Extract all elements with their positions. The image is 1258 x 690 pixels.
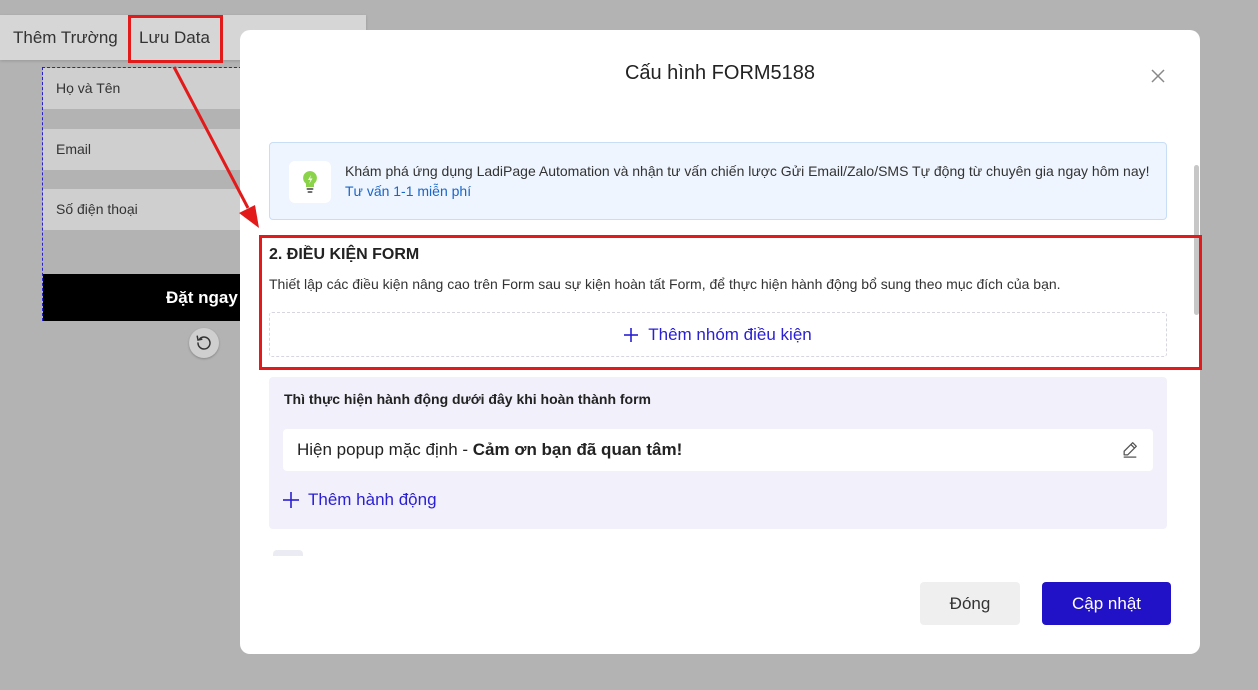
- rotate-icon[interactable]: [189, 328, 219, 358]
- add-action-button[interactable]: Thêm hành động: [283, 490, 437, 510]
- close-icon[interactable]: [1148, 66, 1168, 86]
- partially-hidden-toggle[interactable]: [273, 550, 303, 556]
- add-action-label: Thêm hành động: [308, 490, 437, 509]
- automation-info-banner: Khám phá ứng dụng LadiPage Automation và…: [269, 142, 1167, 220]
- add-field-button[interactable]: Thêm Trường: [13, 15, 118, 60]
- lightbulb-icon: [289, 161, 331, 203]
- plus-icon: [283, 492, 299, 508]
- actions-heading: Thì thực hiện hành động dưới đây khi hoà…: [284, 391, 651, 407]
- field-name[interactable]: Họ và Tên: [43, 68, 241, 109]
- annotation-highlight-save: [128, 15, 223, 63]
- update-button[interactable]: Cập nhật: [1042, 582, 1171, 625]
- modal-title: Cấu hình FORM5188: [624, 62, 816, 84]
- consult-link[interactable]: Tư vấn 1-1 miễn phí: [345, 183, 471, 199]
- action-item-prefix: Hiện popup mặc định -: [297, 440, 473, 459]
- actions-section: Thì thực hiện hành động dưới đây khi hoà…: [269, 377, 1167, 529]
- info-message: Khám phá ứng dụng LadiPage Automation và…: [345, 163, 1150, 179]
- pencil-icon[interactable]: [1121, 440, 1139, 458]
- action-item[interactable]: Hiện popup mặc định - Cảm ơn bạn đã quan…: [283, 429, 1153, 471]
- annotation-highlight-conditions: [259, 235, 1202, 370]
- action-item-value: Cảm ơn bạn đã quan tâm!: [472, 440, 683, 459]
- info-text: Khám phá ứng dụng LadiPage Automation và…: [345, 161, 1155, 201]
- form-submit-button[interactable]: Đặt ngay: [43, 274, 241, 321]
- field-email[interactable]: Email: [43, 129, 241, 170]
- close-button[interactable]: Đóng: [920, 582, 1020, 625]
- form-preview[interactable]: Họ và Tên Email Số điện thoại Đặt ngay: [42, 67, 242, 321]
- field-phone[interactable]: Số điện thoại: [43, 189, 241, 230]
